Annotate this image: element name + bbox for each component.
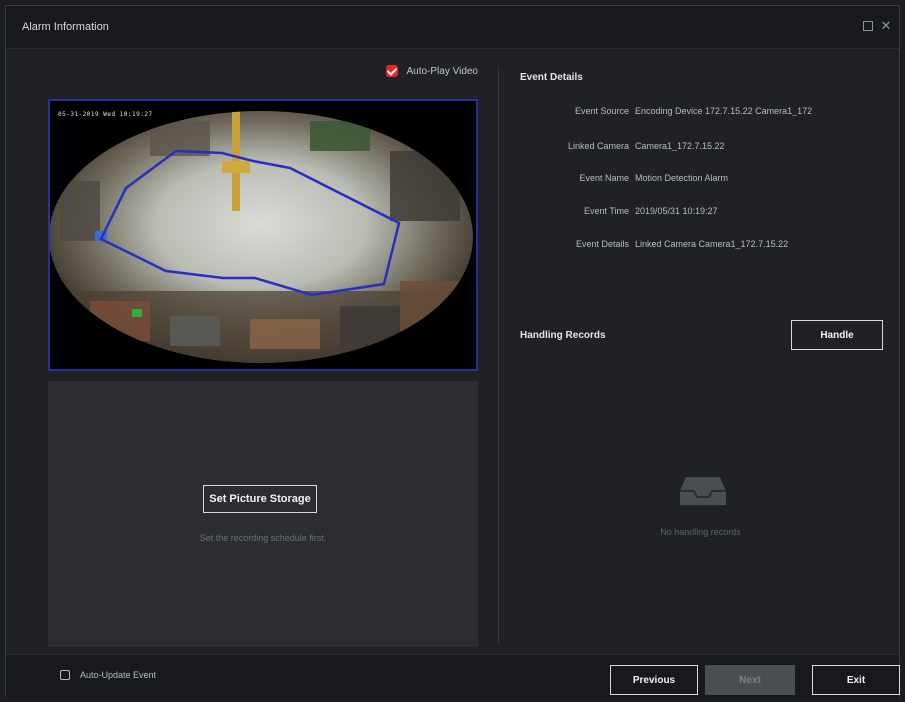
fisheye-video-image — [50, 101, 476, 369]
detail-row-event-time: Event Time 2019/05/31 10:19:27 — [502, 206, 899, 220]
detail-value: Camera1_172.7.15.22 — [635, 141, 725, 151]
video-osd-timestamp: 05-31-2019 Wed 10:19:27 — [58, 111, 153, 118]
window-title: Alarm Information — [22, 21, 109, 33]
detail-label: Event Time — [583, 206, 629, 216]
auto-update-label: Auto-Update Event — [80, 670, 157, 680]
checkbox-unchecked-icon[interactable] — [60, 670, 70, 680]
detail-row-linked-camera: Linked Camera Camera1_172.7.15.22 — [502, 141, 899, 155]
previous-button[interactable]: Previous — [610, 665, 698, 695]
auto-update-toggle[interactable]: Auto-Update Event — [60, 670, 156, 680]
storage-hint-text: Set the recording schedule first. — [199, 533, 327, 543]
pane-divider — [498, 66, 499, 644]
picture-storage-panel: Set Picture Storage Set the recording sc… — [48, 381, 478, 647]
event-details-title: Event Details — [520, 72, 583, 83]
autoplay-toggle[interactable]: Auto-Play Video — [386, 65, 478, 77]
exit-button[interactable]: Exit — [812, 665, 900, 695]
footer-bar: Auto-Update Event Previous Next Exit — [6, 654, 900, 698]
right-pane: Event Details Event Source Encoding Devi… — [502, 49, 899, 653]
handling-records-title: Handling Records — [520, 330, 606, 341]
detail-row-event-name: Event Name Motion Detection Alarm — [502, 173, 899, 187]
detail-label: Event Details — [575, 239, 629, 249]
detail-value: Encoding Device 172.7.15.22 Camera1_172 — [635, 106, 813, 116]
title-bar: Alarm Information ✕ — [6, 6, 899, 49]
detail-label: Event Source — [574, 106, 629, 116]
set-picture-storage-button[interactable]: Set Picture Storage — [203, 485, 317, 513]
next-button[interactable]: Next — [705, 665, 795, 695]
maximize-icon[interactable] — [861, 19, 875, 33]
close-icon[interactable]: ✕ — [879, 19, 893, 33]
handle-button[interactable]: Handle — [791, 320, 883, 350]
video-preview[interactable]: 05-31-2019 Wed 10:19:27 — [48, 99, 478, 371]
detail-value: Motion Detection Alarm — [635, 173, 729, 183]
empty-tray-icon — [680, 477, 726, 505]
detail-value: Linked Camera Camera1_172.7.15.22 — [635, 239, 789, 249]
detail-label: Event Name — [579, 173, 629, 183]
detail-value: 2019/05/31 10:19:27 — [635, 206, 718, 216]
checkbox-checked-icon[interactable] — [386, 65, 399, 77]
no-records-text: No handling records — [660, 527, 741, 537]
autoplay-label: Auto-Play Video — [406, 65, 478, 77]
detail-row-event-details: Event Details Linked Camera Camera1_172.… — [502, 239, 899, 253]
left-pane: Auto-Play Video 05-31-2019 Wed 10:19:27 … — [6, 49, 494, 653]
alarm-information-window: Alarm Information ✕ Auto-Play Video 05-3… — [5, 5, 900, 698]
detail-label: Linked Camera — [567, 141, 629, 151]
detail-row-event-source: Event Source Encoding Device 172.7.15.22… — [502, 106, 899, 120]
